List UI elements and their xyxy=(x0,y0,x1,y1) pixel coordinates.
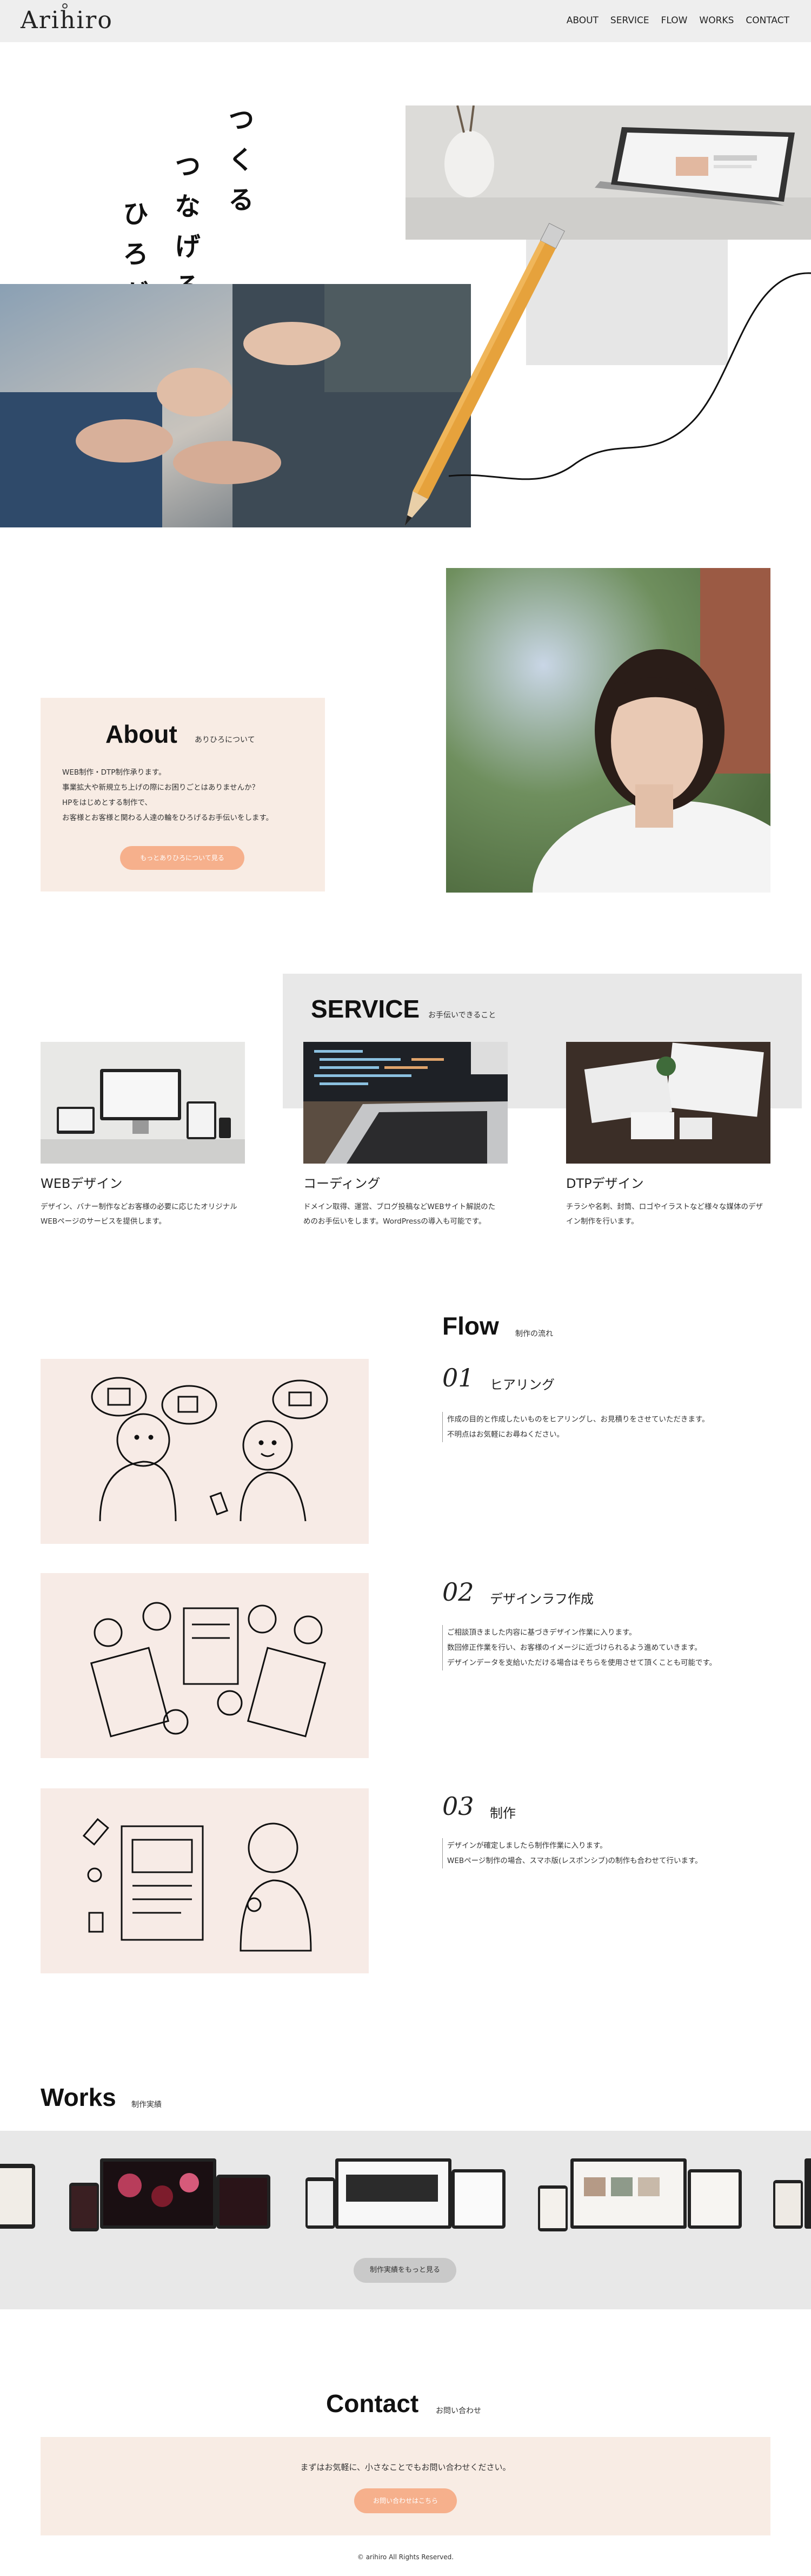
contact-title: Contact xyxy=(326,2389,419,2418)
logo-dot-mark xyxy=(62,3,68,9)
works-item-4[interactable] xyxy=(538,2158,742,2231)
flow-text-line: 数回修正作業を行い、お客様のイメージに近づけられるよう進めていきます。 xyxy=(447,1643,702,1652)
global-nav: ABOUT SERVICE FLOW WORKS CONTACT xyxy=(567,15,789,26)
nav-works[interactable]: WORKS xyxy=(699,15,734,26)
about-body-line: お客様とお客様と関わる人達の輪をひろげるお手伝いをします。 xyxy=(62,814,274,822)
service-text-line: デザイン、バナー制作などお客様の必要に応じたオリジナル xyxy=(41,1203,237,1211)
contact-button[interactable]: お問い合わせはこちら xyxy=(354,2488,457,2513)
hero-line-1: つくる xyxy=(223,106,254,226)
nav-flow[interactable]: FLOW xyxy=(661,15,688,26)
flow-text-line: ご相談頂きました内容に基づきデザイン作業に入ります。 xyxy=(447,1628,636,1637)
service-text-line: めのお手伝いをします。WordPressの導入も可能です。 xyxy=(303,1217,486,1226)
service-coding-title: コーディング xyxy=(303,1176,381,1191)
flow-text-line: デザインが確定しましたら制作作業に入ります。 xyxy=(447,1841,607,1850)
contact-subtitle: お問い合わせ xyxy=(436,2407,481,2415)
about-body-line: HPをはじめとする制作で、 xyxy=(62,798,152,807)
contact-text: まずはお気軽に、小さなことでもお問い合わせください。 xyxy=(300,2462,511,2472)
flow-text-line: 不明点はお気軽にお尋ねください。 xyxy=(447,1430,564,1439)
flow-step2-title: デザインラフ作成 xyxy=(490,1591,594,1607)
flow-step2-illustration xyxy=(41,1573,369,1758)
about-title: About xyxy=(105,720,177,748)
flow-step3-illustration xyxy=(41,1788,369,1973)
flow-step1-number: 01 xyxy=(442,1363,474,1392)
works-gallery xyxy=(0,2158,811,2231)
service-subtitle: お手伝いできること xyxy=(428,1011,496,1020)
flow-step3-title: 制作 xyxy=(490,1806,516,1821)
service-text-line: イン制作を行います。 xyxy=(566,1217,639,1226)
works-item-5[interactable] xyxy=(773,2158,811,2229)
flow-step2-text: ご相談頂きました内容に基づきデザイン作業に入ります。 数回修正作業を行い、お客様… xyxy=(442,1625,716,1670)
flow-text-line: 作成の目的と作成したいものをヒアリングし、お見積りをさせていただきます。 xyxy=(447,1415,709,1424)
site-header: Arihiro ABOUT SERVICE FLOW WORKS CONTACT xyxy=(0,0,811,42)
flow-step1-text: 作成の目的と作成したいものをヒアリングし、お見積りをさせていただきます。 不明点… xyxy=(442,1412,709,1442)
flow-step3-text: デザインが確定しましたら制作作業に入ります。 WEBページ制作の場合、スマホ版(… xyxy=(442,1838,702,1868)
about-portrait-photo xyxy=(446,568,770,893)
about-body-line: WEB制作・DTP制作承ります。 xyxy=(62,768,166,777)
flow-subtitle: 制作の流れ xyxy=(515,1330,553,1338)
flow-text-line: デザインデータを支給いただける場合はそちらを使用させて頂くことも可能です。 xyxy=(447,1659,717,1667)
service-dtp-text: チラシや名刺、封筒、ロゴやイラストなど様々な媒体のデザ イン制作を行います。 xyxy=(566,1200,763,1229)
hero-pencil-illustration xyxy=(404,223,811,526)
service-title: SERVICE xyxy=(311,995,420,1023)
works-title: Works xyxy=(41,2083,116,2111)
service-coding-image xyxy=(303,1042,508,1164)
works-item-1[interactable] xyxy=(0,2164,35,2229)
flow-step1-illustration xyxy=(41,1359,369,1544)
service-text-line: ドメイン取得、運営、ブログ投稿などWEBサイト解説のた xyxy=(303,1203,496,1211)
service-text-line: チラシや名刺、封筒、ロゴやイラストなど様々な媒体のデザ xyxy=(566,1203,763,1211)
service-web-image xyxy=(41,1042,245,1164)
works-more-button[interactable]: 制作実績をもっと見る xyxy=(354,2258,456,2283)
flow-title: Flow xyxy=(442,1312,499,1340)
nav-about[interactable]: ABOUT xyxy=(567,15,599,26)
about-body-line: 事業拡大や新規立ち上げの際にお困りごとはありませんか？ xyxy=(62,783,260,792)
about-subtitle: ありひろについて xyxy=(195,736,255,744)
works-item-2[interactable] xyxy=(69,2158,270,2231)
service-text-line: WEBページのサービスを提供します。 xyxy=(41,1217,167,1226)
service-coding-text: ドメイン取得、運営、ブログ投稿などWEBサイト解説のた めのお手伝いをします。W… xyxy=(303,1200,495,1229)
nav-service[interactable]: SERVICE xyxy=(610,15,649,26)
flow-step3-number: 03 xyxy=(442,1792,474,1821)
flow-text-line: WEBページ制作の場合、スマホ版(レスポンシブ)の制作も合わせて行います。 xyxy=(447,1857,702,1865)
about-more-button[interactable]: もっとありひろについて見る xyxy=(120,846,244,870)
site-logo[interactable]: Arihiro xyxy=(21,6,113,34)
service-dtp-image xyxy=(566,1042,770,1164)
service-web-title: WEBデザイン xyxy=(41,1176,123,1191)
about-body: WEB制作・DTP制作承ります。 事業拡大や新規立ち上げの際にお困りごとはありま… xyxy=(62,765,273,825)
works-subtitle: 制作実績 xyxy=(131,2101,162,2109)
nav-contact[interactable]: CONTACT xyxy=(746,15,789,26)
contact-box xyxy=(41,2437,770,2535)
service-web-text: デザイン、バナー制作などお客様の必要に応じたオリジナル WEBページのサービスを… xyxy=(41,1200,237,1229)
footer-copyright: © arihiro All Rights Reserved. xyxy=(357,2553,454,2561)
flow-step2-number: 02 xyxy=(442,1577,474,1607)
flow-step1-title: ヒアリング xyxy=(490,1377,555,1392)
service-dtp-title: DTPデザイン xyxy=(566,1176,644,1191)
works-item-3[interactable] xyxy=(305,2158,506,2229)
